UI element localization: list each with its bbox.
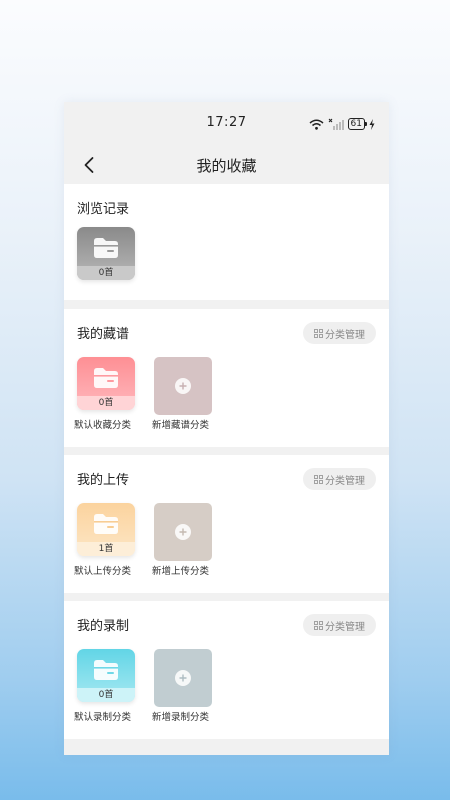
default-collection-label: 默认收藏分类 xyxy=(74,420,132,431)
plus-icon xyxy=(175,670,191,686)
status-bar: 17:27 61 xyxy=(64,102,389,146)
upload-title: 我的上传 xyxy=(77,473,130,488)
history-title: 浏览记录 xyxy=(77,202,130,217)
grid-icon xyxy=(314,474,323,484)
battery-icon: 61 xyxy=(347,118,368,130)
folder-icon xyxy=(94,514,118,534)
default-recording-label: 默认录制分类 xyxy=(74,712,132,723)
grid-icon xyxy=(314,328,323,338)
folder-icon xyxy=(94,368,118,388)
page-title: 我的收藏 xyxy=(196,156,257,175)
signal-icon xyxy=(328,118,344,130)
folder-icon xyxy=(94,660,118,680)
collection-count: 0首 xyxy=(77,396,135,410)
upload-manage-label: 分类管理 xyxy=(325,475,365,487)
add-collection-category-label: 新增藏谱分类 xyxy=(152,420,210,431)
add-recording-category-button[interactable] xyxy=(154,649,212,707)
recording-manage-button[interactable]: 分类管理 xyxy=(303,614,376,636)
default-upload-label: 默认上传分类 xyxy=(74,566,132,577)
history-count: 0首 xyxy=(77,266,135,280)
default-collection-tile[interactable]: 0首 xyxy=(77,357,135,410)
default-upload-tile[interactable]: 1首 xyxy=(77,503,135,556)
wifi-icon xyxy=(309,119,324,130)
add-recording-category-label: 新增录制分类 xyxy=(152,712,210,723)
recording-title: 我的录制 xyxy=(77,619,130,634)
upload-manage-button[interactable]: 分类管理 xyxy=(303,468,376,490)
history-tile[interactable]: 0首 xyxy=(77,227,135,280)
folder-icon xyxy=(94,238,118,258)
grid-icon xyxy=(314,620,323,630)
add-collection-category-button[interactable] xyxy=(154,357,212,415)
back-arrow-icon[interactable] xyxy=(80,155,100,175)
add-upload-category-button[interactable] xyxy=(154,503,212,561)
collection-manage-label: 分类管理 xyxy=(325,329,365,341)
plus-icon xyxy=(175,378,191,394)
default-recording-tile[interactable]: 0首 xyxy=(77,649,135,702)
plus-icon xyxy=(175,524,191,540)
recording-count: 0首 xyxy=(77,688,135,702)
nav-bar: 我的收藏 xyxy=(64,146,389,184)
add-upload-category-label: 新增上传分类 xyxy=(152,566,210,577)
history-section: 浏览记录 0首 xyxy=(64,184,389,300)
collection-title: 我的藏谱 xyxy=(77,327,130,342)
recording-section: 我的录制 分类管理 0首 默认录制分类 新增录制分类 xyxy=(64,601,389,739)
charging-icon xyxy=(369,118,375,130)
collection-section: 我的藏谱 分类管理 0首 默认收藏分类 新增藏谱分类 xyxy=(64,309,389,447)
phone-screen: 17:27 61 我的收藏 浏览记录 0首 我的藏谱 分类管理 0首 默认收藏分… xyxy=(64,102,389,755)
recording-manage-label: 分类管理 xyxy=(325,621,365,633)
status-icons: 61 xyxy=(309,117,375,131)
upload-section: 我的上传 分类管理 1首 默认上传分类 新增上传分类 xyxy=(64,455,389,593)
upload-count: 1首 xyxy=(77,542,135,556)
collection-manage-button[interactable]: 分类管理 xyxy=(303,322,376,344)
